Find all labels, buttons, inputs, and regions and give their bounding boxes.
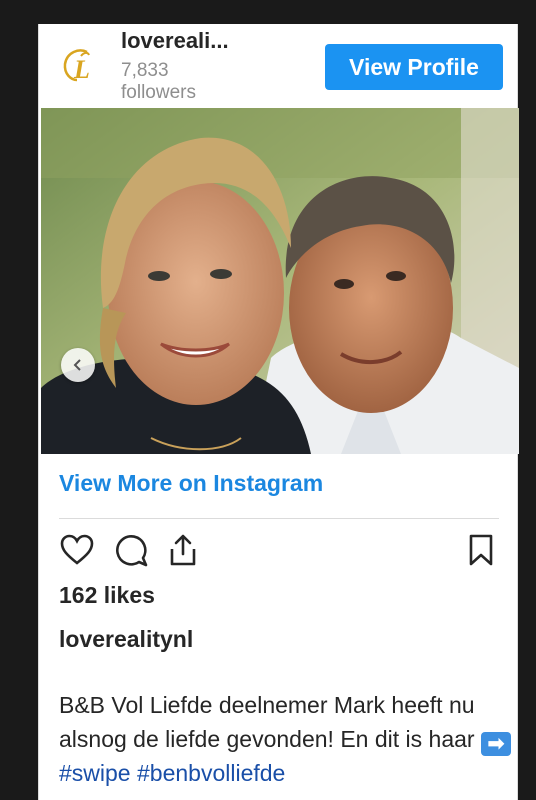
- profile-logo[interactable]: L: [57, 44, 101, 88]
- instagram-embed-card: L lovereali... 7,833 followers View Prof…: [38, 24, 519, 800]
- comment-icon[interactable]: [113, 532, 149, 573]
- post-actions: [59, 532, 499, 572]
- divider: [59, 518, 499, 519]
- profile-username[interactable]: lovereali...: [121, 28, 229, 54]
- post-photo[interactable]: [41, 108, 519, 454]
- likes-count[interactable]: 162 likes: [59, 582, 155, 609]
- top-bar: [0, 0, 536, 24]
- bookmark-icon[interactable]: [463, 532, 499, 573]
- chevron-left-icon: [73, 359, 81, 371]
- couple-photo-image: [41, 108, 519, 454]
- followers-info: 7,833 followers: [121, 60, 231, 104]
- hashtag-link[interactable]: #swipe: [59, 760, 131, 786]
- post-header: L lovereali... 7,833 followers View Prof…: [39, 24, 519, 108]
- share-icon[interactable]: [165, 532, 201, 573]
- caption-text: B&B Vol Liefde deelnemer Mark heeft nu a…: [59, 692, 475, 752]
- hashtag-link[interactable]: #benbvolliefde: [137, 760, 285, 786]
- view-profile-button[interactable]: View Profile: [325, 44, 503, 90]
- brand-logo-icon: L: [63, 49, 90, 84]
- view-more-link[interactable]: View More on Instagram: [59, 470, 323, 497]
- post-owner-username[interactable]: loverealitynl: [59, 626, 193, 653]
- logo-letter: L: [73, 55, 90, 84]
- post-caption: B&B Vol Liefde deelnemer Mark heeft nu a…: [59, 688, 511, 790]
- arrow-right-emoji: ➡: [480, 732, 511, 756]
- followers-count: 7,833: [121, 60, 169, 81]
- heart-icon[interactable]: [59, 532, 95, 573]
- carousel-prev-button[interactable]: [61, 348, 95, 382]
- followers-label: followers: [121, 82, 196, 103]
